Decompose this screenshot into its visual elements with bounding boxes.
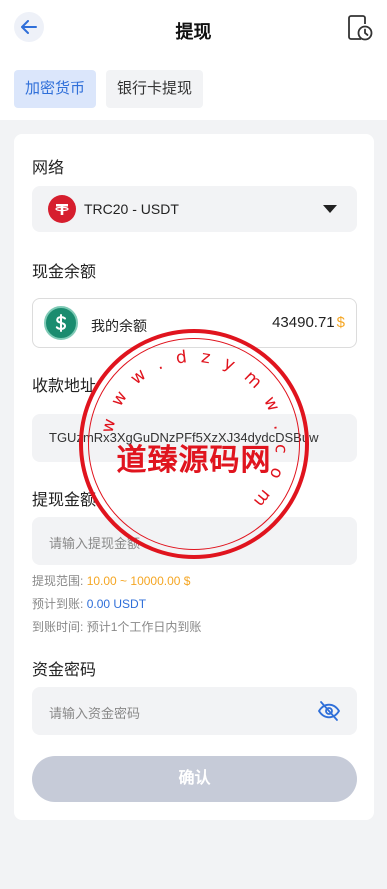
tab-bank-card[interactable]: 银行卡提现 [106,70,204,108]
tab-bar: 加密货币 银行卡提现 [14,70,204,108]
balance-currency: $ [336,314,345,331]
balance-section-label: 现金余额 [32,264,97,281]
password-label: 资金密码 [32,662,97,679]
range-label: 提现范围: [32,574,84,588]
password-placeholder: 请输入资金密码 [49,706,141,721]
network-label: 网络 [32,160,65,177]
history-icon [348,15,373,41]
caret-down-icon [323,205,337,213]
balance-amount: 43490.71 [272,314,335,331]
expected-label: 预计到账: [32,597,84,611]
page-title: 提现 [175,22,212,42]
svg-text:w w w . d z y m w . c o m: w w w . d z y m w . c o m [98,347,292,514]
expected-value: 0.00 USDT [86,597,147,611]
watermark-stamp: w w w . d z y m w . c o m 道臻源码网 [79,329,309,559]
confirm-button[interactable]: 确认 [32,756,357,802]
header: 提现 加密货币 银行卡提现 [0,0,387,120]
withdraw-range: 提现范围: 10.00 ~ 10000.00 $ [32,572,190,589]
tab-crypto[interactable]: 加密货币 [14,70,97,108]
network-select[interactable]: TRC20 - USDT [32,186,357,232]
range-value: 10.00 ~ 10000.00 $ [86,574,191,588]
network-selected-value: TRC20 - USDT [84,201,179,217]
tether-icon [48,195,76,223]
expected-arrival: 预计到账: 0.00 USDT [32,595,146,612]
stamp-center-text: 道臻源码网 [116,443,272,478]
password-input[interactable]: 请输入资金密码 [32,687,357,735]
arrival-label: 到账时间: [32,620,84,634]
history-button[interactable] [347,14,373,42]
arrival-value: 预计1个工作日内到账 [86,620,202,634]
balance-value: 43490.71 $ [272,314,345,331]
arrival-time: 到账时间: 预计1个工作日内到账 [32,618,201,635]
eye-off-icon[interactable] [317,700,341,722]
dollar-coin-icon [44,306,78,340]
